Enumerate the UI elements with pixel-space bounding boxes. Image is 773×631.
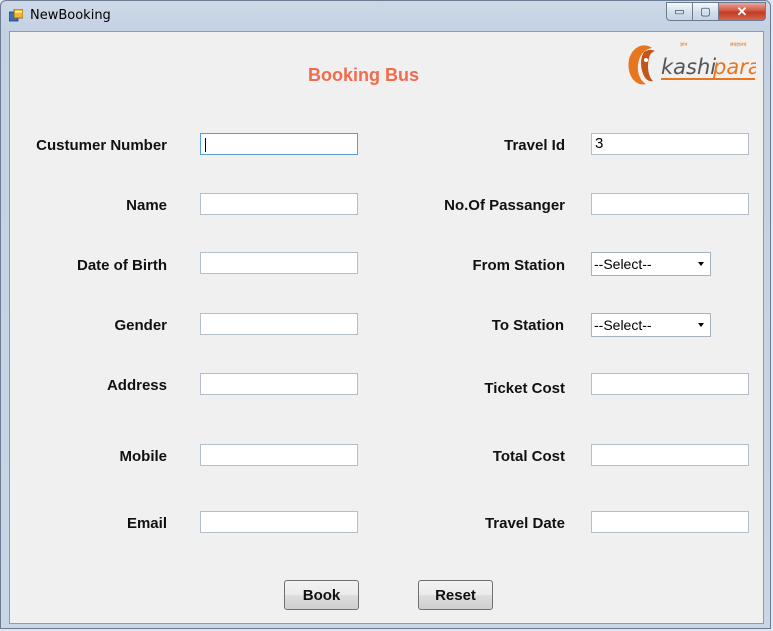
maximize-button[interactable]: ▢ [692, 2, 719, 21]
close-icon: ✕ [736, 3, 748, 19]
svg-text:संग्रहालय: संग्रहालय [730, 41, 747, 48]
ticket-cost-label: Ticket Cost [484, 380, 565, 397]
maximize-icon: ▢ [700, 6, 711, 18]
to-station-dropdown[interactable]: --Select-- [591, 313, 711, 337]
svg-text:kashi: kashi [661, 55, 716, 79]
address-label: Address [106, 377, 167, 394]
gender-label: Gender [114, 317, 167, 334]
mobile-input[interactable] [200, 444, 358, 466]
address-input[interactable] [200, 373, 358, 395]
from-station-label: From Station [472, 257, 566, 274]
ticket-cost-input[interactable] [591, 373, 749, 395]
close-button[interactable]: ✕ [718, 2, 766, 21]
app-icon [9, 9, 23, 22]
book-button[interactable]: Book [284, 580, 359, 610]
customer-number-label: Custumer Number [36, 137, 167, 154]
total-cost-input[interactable] [591, 444, 749, 466]
name-input[interactable] [200, 193, 358, 215]
travel-date-input[interactable] [591, 511, 749, 533]
passenger-count-input[interactable] [591, 193, 749, 215]
from-station-selected: --Select-- [594, 256, 652, 272]
window-title: NewBooking [30, 8, 111, 23]
form-area: Booking Bus kashi para ज्ञान संग्रहालय C… [9, 31, 764, 624]
minimize-icon: ▭ [674, 6, 685, 18]
gender-input[interactable] [200, 313, 358, 335]
email-label: Email [126, 515, 167, 532]
email-input[interactable] [200, 511, 358, 533]
passenger-count-label: No.Of Passanger [444, 197, 565, 214]
travel-date-label: Travel Date [484, 515, 565, 532]
date-of-birth-input[interactable] [200, 252, 358, 274]
title-bar[interactable]: NewBooking ▭ ▢ ✕ [1, 1, 770, 31]
kashipara-logo: kashi para ज्ञान संग्रहालय [628, 41, 756, 85]
mobile-label: Mobile [119, 448, 168, 465]
from-station-dropdown[interactable]: --Select-- [591, 252, 711, 276]
booking-window: NewBooking ▭ ▢ ✕ Booking Bus kashi para … [0, 0, 771, 629]
to-station-selected: --Select-- [594, 317, 652, 333]
travel-id-label: Travel Id [504, 137, 565, 154]
chevron-down-icon [698, 323, 704, 327]
chevron-down-icon [698, 262, 704, 266]
minimize-button[interactable]: ▭ [666, 2, 693, 21]
svg-text:ज्ञान: ज्ञान [680, 42, 688, 48]
to-station-label: To Station [491, 317, 564, 334]
customer-number-input[interactable] [200, 133, 358, 155]
total-cost-label: Total Cost [492, 448, 565, 465]
text-caret [205, 138, 206, 152]
travel-id-input[interactable]: 3 [591, 133, 749, 155]
date-of-birth-label: Date of Birth [77, 257, 167, 274]
name-label: Name [126, 197, 167, 214]
reset-button[interactable]: Reset [418, 580, 493, 610]
page-title: Booking Bus [308, 65, 419, 85]
svg-text:para: para [712, 55, 756, 79]
